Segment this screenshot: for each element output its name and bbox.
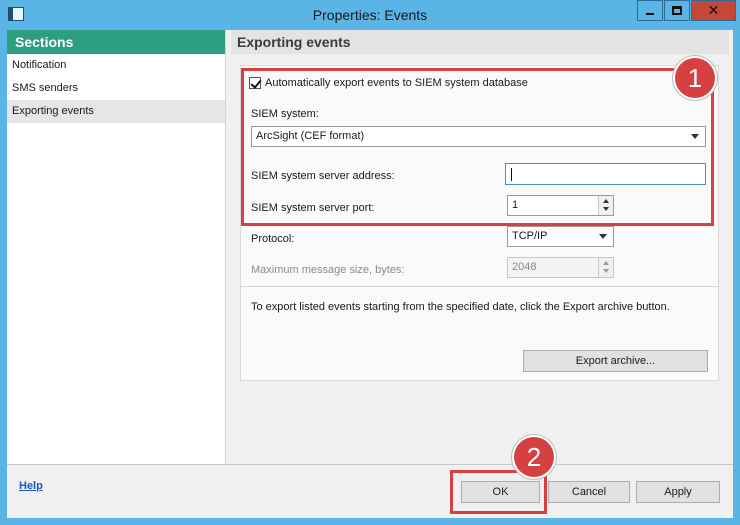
cancel-button[interactable]: Cancel — [548, 481, 630, 503]
maximize-icon — [672, 6, 682, 15]
sidebar-header: Sections — [7, 30, 225, 54]
max-message-size-spin-buttons — [598, 258, 613, 277]
max-message-size-label: Maximum message size, bytes: — [251, 264, 405, 276]
close-button[interactable]: ✕ — [691, 0, 736, 21]
chevron-down-icon — [599, 234, 607, 239]
main-panel: Exporting events Automatically export ev… — [231, 30, 729, 464]
step-badge-2: 2 — [514, 437, 554, 477]
sidebar-item-notification[interactable]: Notification — [7, 54, 225, 77]
minimize-icon — [646, 13, 654, 15]
protocol-select[interactable]: TCP/IP — [507, 226, 614, 247]
sections-sidebar: Sections Notification SMS senders Export… — [7, 30, 226, 464]
help-link[interactable]: Help — [19, 480, 43, 492]
minimize-button[interactable] — [637, 0, 663, 21]
apply-button[interactable]: Apply — [636, 481, 720, 503]
highlight-box-1 — [241, 68, 714, 226]
title-bar[interactable]: Properties: Events ✕ — [0, 0, 740, 30]
sidebar-item-sms-senders[interactable]: SMS senders — [7, 77, 225, 100]
footer-divider — [7, 464, 733, 465]
maximize-button[interactable] — [664, 0, 690, 21]
protocol-value: TCP/IP — [512, 230, 548, 242]
spin-up-icon — [603, 261, 609, 265]
spin-down-icon — [603, 269, 609, 273]
protocol-label: Protocol: — [251, 233, 295, 245]
close-icon: ✕ — [707, 2, 720, 18]
step-badge-1: 1 — [675, 58, 715, 98]
max-message-size-spinner: 2048 — [507, 257, 614, 278]
max-message-size-value: 2048 — [512, 261, 537, 273]
archive-hint-text: To export listed events starting from th… — [251, 301, 670, 313]
section-divider — [240, 286, 719, 287]
section-title: Exporting events — [231, 30, 729, 54]
sidebar-item-exporting-events[interactable]: Exporting events — [7, 100, 225, 123]
export-archive-button[interactable]: Export archive... — [523, 350, 708, 372]
window-title: Properties: Events — [312, 7, 428, 23]
dialog-client-area: Sections Notification SMS senders Export… — [7, 30, 733, 518]
properties-window: Properties: Events ✕ Sections Notificati… — [0, 0, 740, 525]
